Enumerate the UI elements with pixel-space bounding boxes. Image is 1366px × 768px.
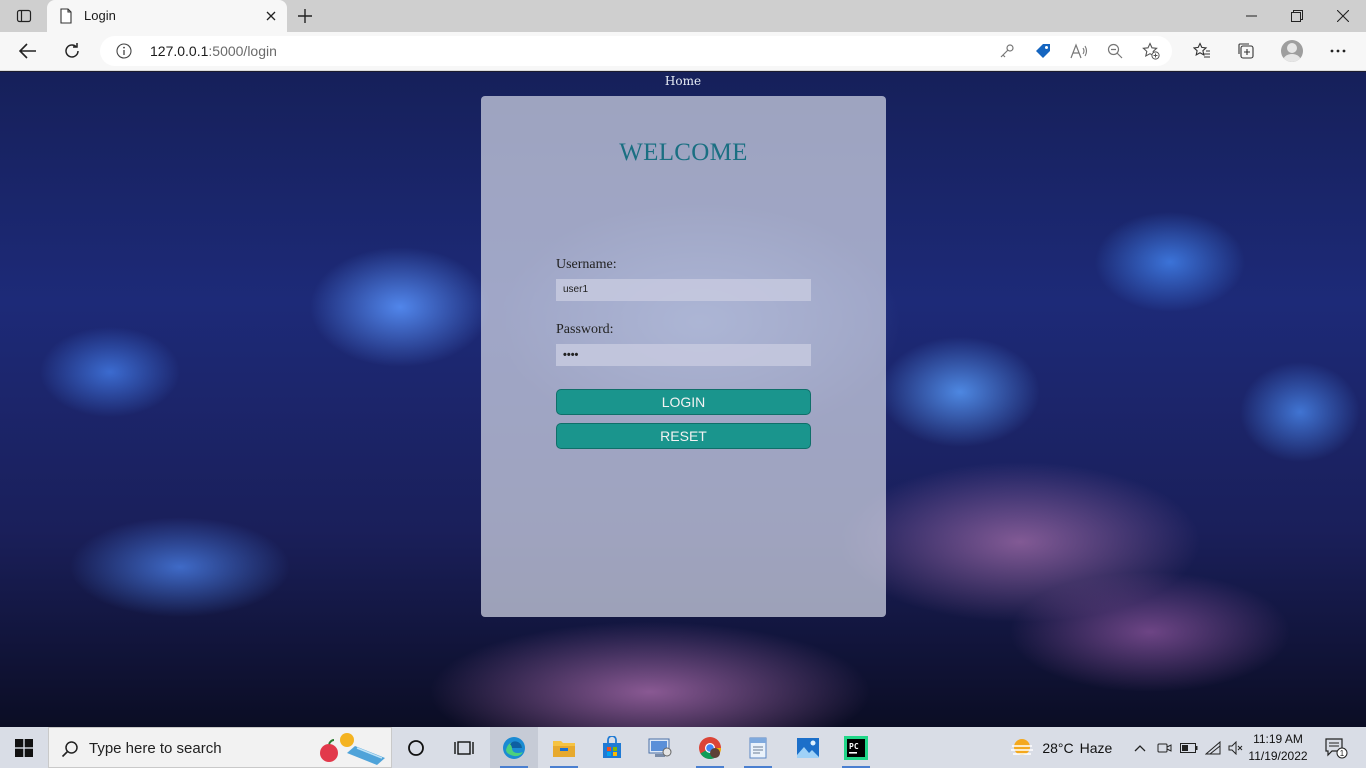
battery-icon[interactable] (1178, 727, 1200, 768)
username-label: Username: (556, 257, 617, 272)
microsoft-store-icon[interactable] (588, 727, 636, 768)
notepad-app-icon[interactable] (734, 727, 782, 768)
volume-muted-icon[interactable] (1226, 727, 1246, 768)
show-hidden-icons-icon[interactable] (1130, 727, 1150, 768)
url-path: :5000/login (208, 43, 277, 59)
favorites-icon[interactable] (1188, 38, 1216, 64)
weather-temperature[interactable]: 28°C (1040, 727, 1076, 768)
profile-avatar[interactable] (1281, 40, 1303, 62)
close-tab-icon[interactable] (261, 6, 281, 26)
weather-condition[interactable]: Haze (1078, 727, 1114, 768)
coupon-tag-icon[interactable] (1032, 41, 1054, 61)
read-aloud-icon[interactable] (1068, 41, 1090, 61)
username-input[interactable]: user1 (556, 279, 811, 301)
cortana-icon[interactable] (392, 727, 440, 768)
search-icon (61, 740, 79, 763)
zoom-out-icon[interactable] (1104, 41, 1126, 61)
network-icon[interactable] (1202, 727, 1224, 768)
tab-strip: Login (0, 0, 1366, 32)
search-highlight-icon (315, 732, 389, 768)
collections-icon[interactable] (1232, 38, 1260, 64)
clock-date: 11/19/2022 (1248, 749, 1308, 763)
more-options-icon[interactable] (1324, 38, 1352, 64)
reset-button[interactable]: RESET (556, 423, 811, 449)
url-text: 127.0.0.1:5000/login (150, 43, 277, 59)
chrome-app-icon[interactable] (686, 727, 734, 768)
taskbar-search-box[interactable]: Type here to search (48, 727, 392, 768)
weather-temp-text: 28°C (1042, 739, 1074, 756)
task-view-icon[interactable] (440, 727, 488, 768)
clock-time: 11:19 AM (1253, 732, 1303, 746)
system-clock[interactable]: 11:19 AM 11/19/2022 (1246, 731, 1310, 765)
refresh-icon[interactable] (58, 38, 86, 64)
browser-tab[interactable]: Login (47, 0, 287, 32)
windows-start-icon[interactable] (0, 727, 48, 768)
control-panel-icon[interactable] (636, 727, 684, 768)
page-icon (59, 8, 73, 29)
close-window-icon[interactable] (1320, 0, 1366, 32)
notification-count: 1 (1340, 749, 1345, 758)
photos-app-icon[interactable] (784, 727, 832, 768)
notification-center-icon[interactable]: 1 (1318, 727, 1354, 768)
password-input[interactable]: •••• (556, 344, 811, 366)
add-favorite-icon[interactable] (1140, 41, 1162, 61)
weather-icon[interactable] (1008, 727, 1036, 768)
restore-icon[interactable] (1274, 0, 1320, 32)
taskbar: Type here to search PC 28°C Haze 11:19 A… (0, 727, 1366, 768)
pycharm-app-icon[interactable]: PC (832, 727, 880, 768)
key-icon[interactable] (996, 41, 1018, 61)
svg-text:PC: PC (849, 742, 859, 751)
new-tab-icon[interactable] (293, 5, 317, 27)
nav-home-link[interactable]: Home (0, 74, 1366, 88)
tab-title: Login (84, 8, 116, 23)
page-viewport: Home WELCOME Username: user1 Password: •… (0, 72, 1366, 727)
tab-actions-icon[interactable] (10, 5, 38, 27)
edge-app-icon[interactable] (490, 727, 538, 768)
login-card: WELCOME Username: user1 Password: •••• L… (481, 96, 886, 617)
meet-now-icon[interactable] (1154, 727, 1176, 768)
login-button[interactable]: LOGIN (556, 389, 811, 415)
minimize-icon[interactable] (1228, 0, 1274, 32)
weather-desc-text: Haze (1079, 739, 1113, 756)
file-explorer-icon[interactable] (540, 727, 588, 768)
url-host: 127.0.0.1 (150, 43, 209, 59)
site-info-icon[interactable] (116, 43, 132, 64)
back-icon[interactable] (14, 38, 42, 64)
navigation-bar: 127.0.0.1:5000/login (0, 32, 1366, 71)
welcome-heading: WELCOME (619, 139, 748, 166)
search-placeholder: Type here to search (89, 740, 222, 757)
password-label: Password: (556, 322, 614, 337)
address-bar[interactable]: 127.0.0.1:5000/login (100, 36, 1172, 66)
